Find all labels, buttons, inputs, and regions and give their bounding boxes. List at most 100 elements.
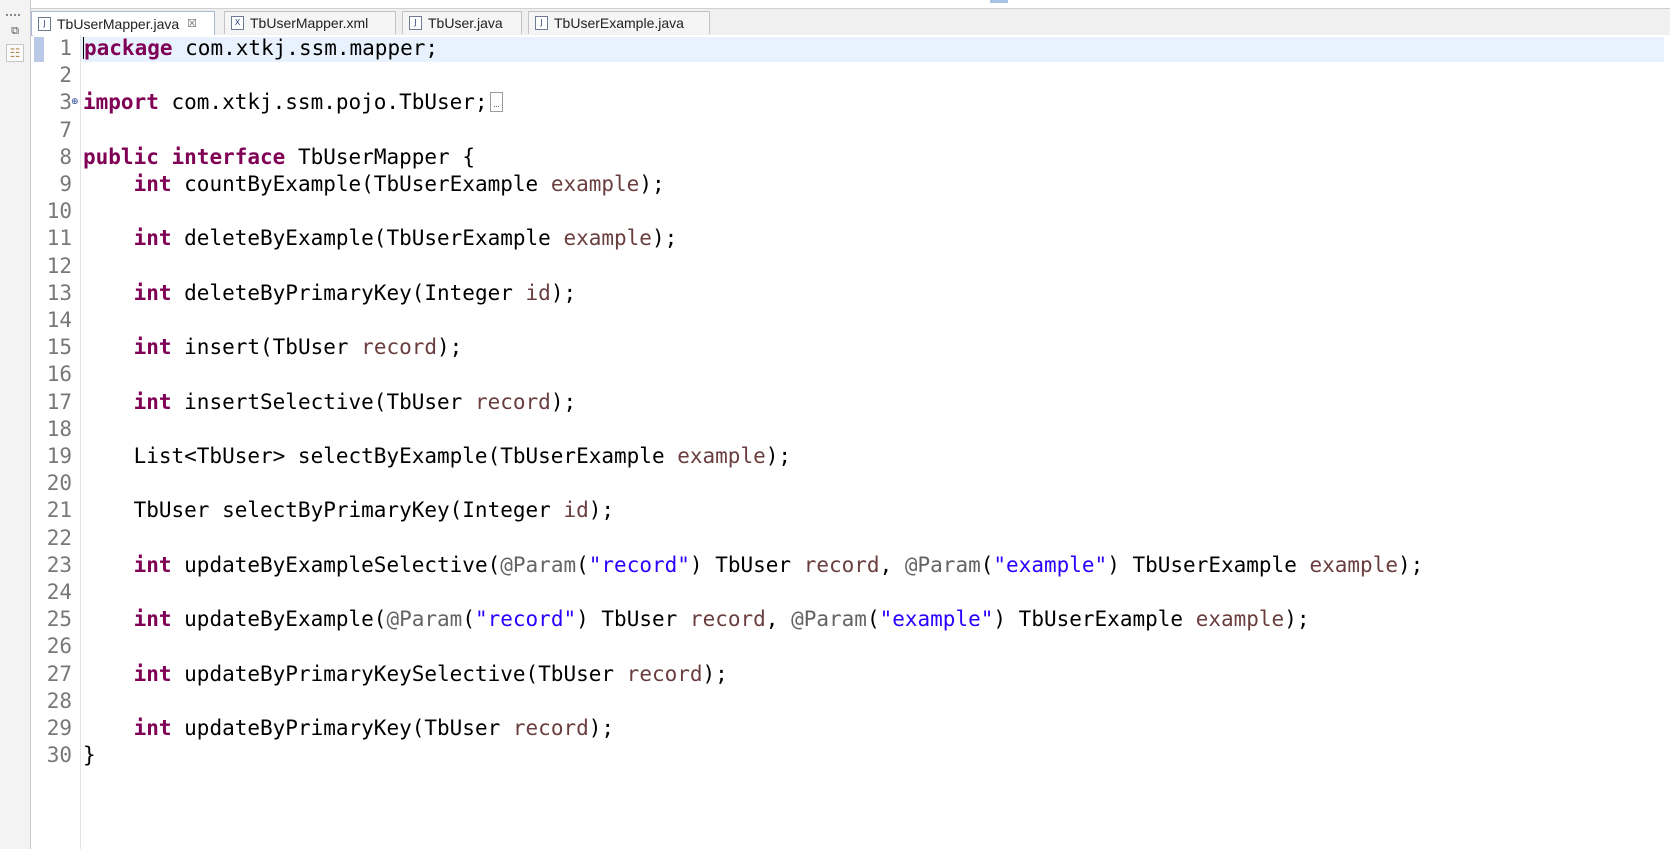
code-text: ) TbUser: [576, 607, 690, 632]
window-top-border: [0, 0, 1670, 9]
line-number: 11: [46, 226, 72, 251]
current-line-marker: [34, 37, 44, 62]
editor-tab-bar: J TbUserMapper.java ☒ X TbUserMapper.xml J TbU…: [31, 9, 1670, 36]
code-line[interactable]: int countByExample(TbUserExample example…: [83, 171, 665, 198]
parameter-name: record: [474, 389, 551, 414]
restore-icon[interactable]: ⧉: [6, 22, 24, 40]
line-number: 30: [46, 743, 72, 768]
code-line[interactable]: List<TbUser> selectByExample(TbUserExamp…: [83, 443, 791, 470]
code-text: );: [651, 226, 678, 251]
line-number: 22: [46, 525, 72, 550]
keyword: int: [133, 335, 172, 360]
code-line[interactable]: int updateByExampleSelective(@Param("rec…: [83, 552, 1424, 579]
tab-tbuserexample-java[interactable]: J TbUserExample.java: [528, 11, 710, 34]
left-trim-bar: ⧉ ☷: [0, 0, 31, 849]
close-tab-icon[interactable]: ☒: [187, 17, 197, 30]
code-line[interactable]: TbUser selectByPrimaryKey(Integer id);: [83, 497, 614, 524]
line-number: 21: [46, 498, 72, 523]
code-text: deleteByPrimaryKey(Integer: [171, 280, 526, 305]
parameter-name: example: [563, 226, 652, 251]
code-line[interactable]: int updateByPrimaryKeySelective(TbUser r…: [83, 661, 728, 688]
line-number: 23: [46, 552, 72, 577]
line-number: 20: [46, 471, 72, 496]
string-literal: "example": [879, 607, 994, 632]
code-text: );: [550, 280, 577, 305]
code-text: updateByExampleSelective(: [171, 552, 501, 577]
java-file-icon: J: [535, 16, 548, 30]
parameter-name: example: [1195, 607, 1285, 632]
parameter-name: record: [626, 661, 703, 686]
code-text: (: [980, 552, 994, 577]
code-text: );: [437, 335, 463, 360]
parameter-name: id: [563, 498, 589, 523]
line-number: 26: [46, 634, 72, 659]
line-number: 14: [46, 308, 72, 332]
string-literal: "record": [474, 607, 577, 632]
code-line[interactable]: }: [83, 742, 96, 769]
keyword: int: [133, 607, 172, 632]
code-text: );: [765, 444, 792, 468]
code-text: com.xtkj.ssm.pojo.TbUser;: [158, 90, 488, 115]
code-text: );: [639, 172, 665, 196]
parameter-name: record: [361, 335, 438, 360]
line-number: 18: [46, 416, 72, 441]
line-number: 1: [59, 36, 72, 60]
code-text: com.xtkj.ssm.mapper;: [172, 36, 439, 60]
keyword: int: [133, 552, 172, 577]
line-number: 16: [46, 362, 72, 387]
line-number: 13: [46, 280, 72, 305]
tab-label: TbUserMapper.java: [57, 15, 180, 32]
code-line[interactable]: int updateByExample(@Param("record") TbU…: [83, 606, 1310, 633]
code-line[interactable]: int insert(TbUser record);: [83, 334, 463, 361]
line-number: 12: [46, 253, 72, 278]
package-explorer-icon[interactable]: ☷: [6, 44, 24, 62]
parameter-name: id: [525, 280, 551, 305]
code-text: updateByExample(: [171, 607, 387, 632]
vertical-scrollbar[interactable]: [1664, 35, 1670, 849]
keyword: int: [133, 280, 172, 305]
code-line[interactable]: import com.xtkj.ssm.pojo.TbUser;: [83, 89, 503, 116]
code-line[interactable]: int updateByPrimaryKey(TbUser record);: [83, 715, 614, 742]
line-number: 24: [46, 580, 72, 604]
tab-tbusermapper-xml[interactable]: X TbUserMapper.xml: [224, 11, 396, 34]
keyword: package: [84, 36, 173, 60]
line-number: 2: [59, 63, 72, 88]
code-text: List<TbUser> selectByExample(TbUserExamp…: [83, 444, 678, 468]
line-number: 17: [46, 389, 72, 414]
code-text: (: [866, 607, 880, 632]
line-number: 7: [59, 117, 72, 142]
line-number: 28: [46, 688, 72, 713]
tab-label: TbUserExample.java: [554, 15, 684, 31]
code-line[interactable]: package com.xtkj.ssm.mapper;: [83, 35, 438, 62]
keyword: int: [133, 661, 172, 686]
code-text: ) TbUserExample: [993, 607, 1196, 632]
line-number: 9: [59, 172, 72, 196]
tab-tbuser-java[interactable]: J TbUser.java: [402, 11, 522, 34]
tab-label: TbUserMapper.xml: [250, 15, 369, 31]
fold-expand-icon[interactable]: ⊕: [71, 97, 79, 107]
code-text: );: [1398, 552, 1424, 577]
code-line[interactable]: public interface TbUserMapper {: [83, 144, 475, 171]
keyword: int: [133, 716, 172, 740]
line-number: 27: [46, 661, 72, 686]
code-text: insertSelective(TbUser: [171, 389, 475, 414]
tab-tbusermapper-java[interactable]: J TbUserMapper.java ☒: [31, 11, 215, 35]
line-number: 3: [59, 90, 72, 115]
xml-file-icon: X: [231, 16, 244, 30]
code-line[interactable]: int insertSelective(TbUser record);: [83, 389, 577, 416]
parameter-name: example: [550, 172, 640, 196]
line-number: 19: [46, 444, 72, 468]
collapsed-imports-marker[interactable]: [489, 92, 503, 113]
code-line[interactable]: int deleteByPrimaryKey(Integer id);: [83, 280, 577, 307]
keyword: import: [83, 90, 159, 115]
code-line[interactable]: int deleteByExample(TbUserExample exampl…: [83, 225, 678, 252]
code-text: (: [576, 552, 589, 577]
drag-handle[interactable]: [6, 14, 20, 19]
java-file-icon: J: [38, 16, 51, 31]
